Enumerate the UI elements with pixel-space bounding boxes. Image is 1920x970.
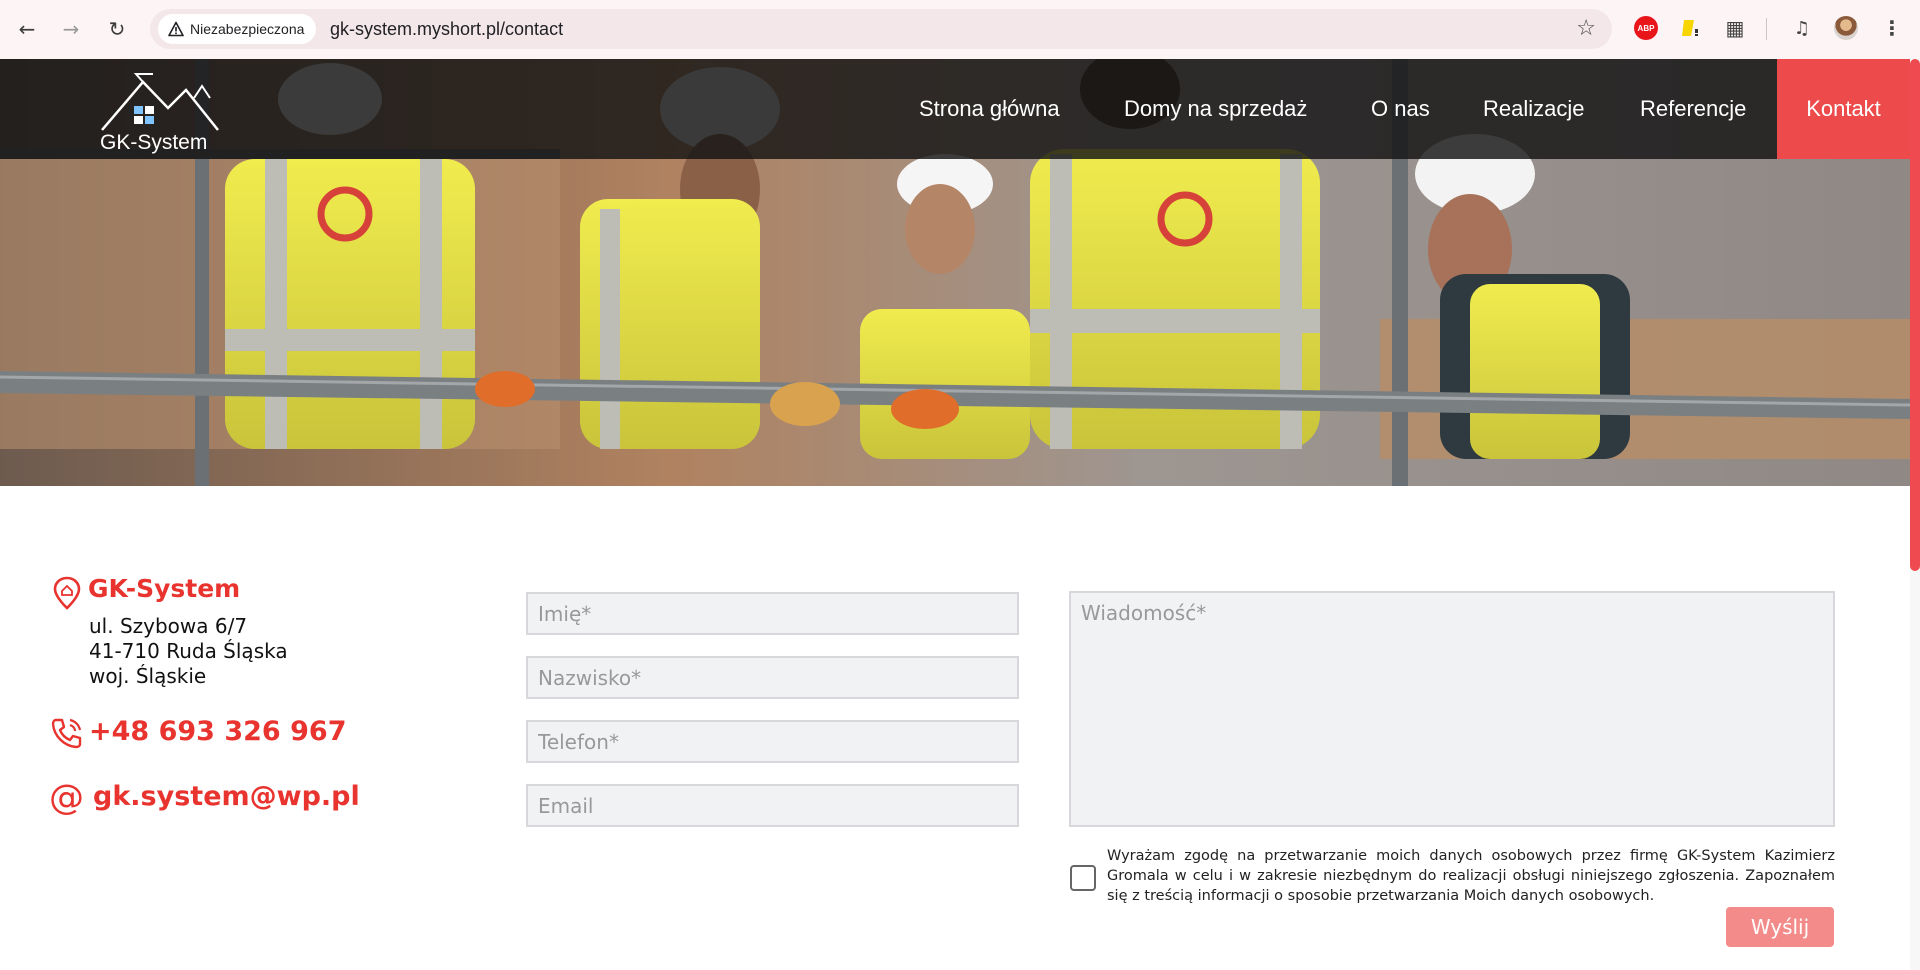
phone-input[interactable] — [526, 720, 1019, 763]
message-textarea[interactable] — [1069, 591, 1835, 827]
adblock-icon[interactable]: ABP — [1634, 16, 1658, 40]
menu-item-home[interactable]: Strona główna — [919, 59, 1060, 159]
abp-label: ABP — [1637, 23, 1655, 33]
back-arrow-icon[interactable]: ← — [12, 14, 42, 44]
address-bar[interactable]: Niezabezpieczona gk-system.myshort.pl/co… — [150, 9, 1612, 49]
browser-toolbar: ← → ↻ Niezabezpieczona gk-system.myshort… — [0, 0, 1920, 59]
first-name-input[interactable] — [526, 592, 1019, 635]
security-label: Niezabezpieczona — [190, 21, 305, 37]
star-icon[interactable]: ☆ — [1576, 17, 1596, 41]
phone-icon — [51, 718, 82, 749]
menu-item-references[interactable]: Referencje — [1640, 59, 1746, 159]
email-input[interactable] — [526, 784, 1019, 827]
puzzle-icon[interactable]: ▦ — [1723, 16, 1747, 40]
url-text[interactable]: gk-system.myshort.pl/contact — [330, 19, 563, 40]
address-street: ul. Szybowa 6/7 — [89, 614, 248, 638]
toolbar-divider — [1766, 18, 1767, 40]
phone-number[interactable]: +48 693 326 967 — [89, 716, 346, 747]
send-button[interactable]: Wyślij — [1726, 907, 1834, 947]
warning-icon — [168, 21, 184, 37]
more-menu-icon[interactable]: ⋮ — [1880, 16, 1904, 40]
menu-item-contact[interactable]: Kontakt — [1777, 59, 1910, 159]
extension-icon[interactable] — [1679, 16, 1703, 40]
at-sign-icon: @ — [49, 778, 84, 818]
last-name-input[interactable] — [526, 656, 1019, 699]
scrollbar-thumb[interactable] — [1910, 59, 1920, 571]
extension-badge-icon — [1682, 20, 1698, 36]
email-address[interactable]: gk.system@wp.pl — [93, 781, 360, 812]
forward-arrow-icon[interactable]: → — [56, 14, 86, 44]
menu-item-projects[interactable]: Realizacje — [1483, 59, 1585, 159]
avatar-icon[interactable] — [1834, 16, 1858, 40]
address-city: 41-710 Ruda Śląska — [89, 639, 288, 663]
address-region: woj. Śląskie — [89, 664, 207, 688]
logo-text[interactable]: GK-System — [100, 131, 207, 155]
reload-icon[interactable]: ↻ — [102, 14, 132, 44]
consent-checkbox[interactable] — [1070, 865, 1096, 891]
menu-item-about[interactable]: O nas — [1371, 59, 1430, 159]
company-name: GK-System — [88, 574, 241, 603]
media-icon[interactable]: ♫ — [1790, 16, 1814, 40]
location-pin-icon — [53, 576, 81, 610]
menu-item-houses-for-sale[interactable]: Domy na sprzedaż — [1124, 59, 1307, 159]
consent-text: Wyrażam zgodę na przetwarzanie moich dan… — [1107, 848, 1835, 904]
security-chip[interactable]: Niezabezpieczona — [158, 14, 317, 44]
